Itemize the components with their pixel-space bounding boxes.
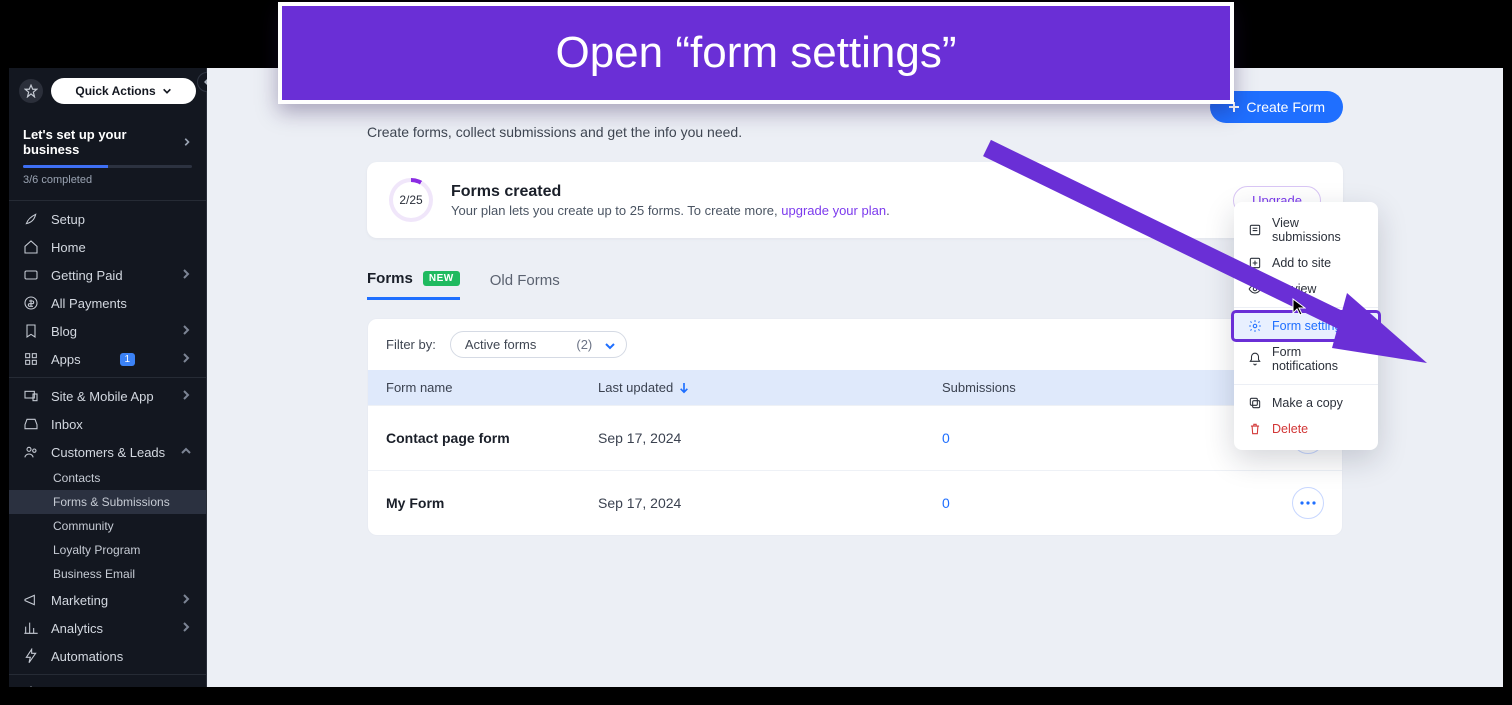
nav-apps[interactable]: Apps1 (9, 345, 206, 373)
row-name: My Form (386, 495, 598, 511)
sub-community[interactable]: Community (9, 514, 206, 538)
nav-inbox[interactable]: Inbox (9, 410, 206, 438)
plan-title: Forms created (451, 183, 890, 201)
rocket-icon (23, 211, 39, 227)
tabs: Forms NEW Old Forms (367, 266, 1343, 300)
filter-select[interactable]: Active forms (2) (450, 331, 627, 358)
nav-customers-leads[interactable]: Customers & Leads (9, 438, 206, 466)
bolt-icon (23, 648, 39, 664)
chevron-right-icon (180, 593, 192, 608)
sidebar-logo-icon (19, 79, 43, 103)
plan-card: 2/25 Forms created Your plan lets you cr… (367, 162, 1343, 238)
menu-make-copy[interactable]: Make a copy (1234, 390, 1378, 416)
plan-ratio: 2/25 (399, 193, 422, 207)
row-submissions[interactable]: 0 (942, 495, 1292, 511)
menu-add-to-site[interactable]: Add to site (1234, 250, 1378, 276)
filter-value: Active forms (465, 337, 537, 352)
nav-blog[interactable]: Blog (9, 317, 206, 345)
chevron-right-icon (180, 268, 192, 283)
col-form-name[interactable]: Form name (386, 380, 598, 395)
nav-analytics[interactable]: Analytics (9, 614, 206, 642)
new-badge: NEW (423, 271, 460, 286)
row-more-button[interactable] (1292, 487, 1324, 519)
col-last-updated[interactable]: Last updated (598, 380, 942, 395)
megaphone-icon (23, 592, 39, 608)
chevron-right-icon (180, 352, 192, 367)
chevron-up-icon (180, 445, 192, 460)
devices-icon (23, 388, 39, 404)
plan-desc-b: . (886, 203, 890, 218)
nav-all-payments[interactable]: All Payments (9, 289, 206, 317)
create-form-label: Create Form (1246, 99, 1325, 115)
setup-business-row[interactable]: Let's set up your business (9, 116, 206, 163)
chevron-right-icon (180, 621, 192, 636)
nav-marketing[interactable]: Marketing (9, 586, 206, 614)
inbox-icon (23, 416, 39, 432)
filter-label: Filter by: (386, 337, 436, 352)
row-date: Sep 17, 2024 (598, 495, 942, 511)
quick-actions-button[interactable]: Quick Actions (51, 78, 196, 104)
chevron-right-icon (180, 324, 192, 339)
content-area: Create Form Create forms, collect submis… (207, 68, 1503, 687)
upgrade-plan-link[interactable]: upgrade your plan (781, 203, 886, 218)
setup-label: Let's set up your business (23, 127, 182, 157)
blog-icon (23, 323, 39, 339)
nav-setup[interactable]: Setup (9, 205, 206, 233)
menu-delete[interactable]: Delete (1234, 416, 1378, 442)
table-row[interactable]: My Form Sep 17, 2024 0 (368, 470, 1342, 535)
tab-forms[interactable]: Forms NEW (367, 266, 460, 300)
instruction-banner: Open “form settings” (278, 2, 1234, 104)
apps-badge: 1 (120, 353, 136, 366)
menu-preview[interactable]: Preview (1234, 276, 1378, 302)
table-row[interactable]: Contact page form Sep 17, 2024 0 (368, 405, 1342, 470)
quick-actions-label: Quick Actions (75, 84, 155, 98)
gear-icon (23, 685, 39, 687)
apps-icon (23, 351, 39, 367)
chart-icon (23, 620, 39, 636)
chevron-right-icon (180, 389, 192, 404)
filter-count: (2) (576, 337, 592, 352)
sub-forms-submissions[interactable]: Forms & Submissions (9, 490, 206, 514)
tab-forms-label: Forms (367, 270, 413, 287)
sort-desc-icon (679, 382, 689, 394)
table-header: Form name Last updated Submissions (368, 370, 1342, 405)
card-icon (23, 267, 39, 283)
row-date: Sep 17, 2024 (598, 430, 942, 446)
forms-table: Form name Last updated Submissions Conta… (367, 370, 1343, 536)
menu-view-submissions[interactable]: View submissions (1234, 210, 1378, 250)
chevron-down-icon (604, 340, 616, 352)
sidebar: Quick Actions Let's set up your business… (9, 68, 207, 687)
home-icon (23, 239, 39, 255)
setup-progress-text: 3/6 completed (9, 168, 206, 196)
sub-contacts[interactable]: Contacts (9, 466, 206, 490)
nav-settings[interactable]: Settings (9, 679, 206, 687)
plan-ring: 2/25 (389, 178, 433, 222)
row-name: Contact page form (386, 430, 598, 446)
dollar-icon (23, 295, 39, 311)
menu-form-notifications[interactable]: Form notifications (1234, 339, 1378, 379)
row-context-menu: View submissions Add to site Preview For… (1234, 202, 1378, 450)
menu-form-settings[interactable]: Form settings (1234, 313, 1378, 339)
filter-row: Filter by: Active forms (2) (367, 318, 1343, 370)
sub-business-email[interactable]: Business Email (9, 562, 206, 586)
nav-automations[interactable]: Automations (9, 642, 206, 670)
tab-old-forms[interactable]: Old Forms (490, 268, 560, 299)
nav-getting-paid[interactable]: Getting Paid (9, 261, 206, 289)
plan-desc-a: Your plan lets you create up to 25 forms… (451, 203, 781, 218)
nav-home[interactable]: Home (9, 233, 206, 261)
users-icon (23, 444, 39, 460)
sub-loyalty[interactable]: Loyalty Program (9, 538, 206, 562)
nav-site-mobile[interactable]: Site & Mobile App (9, 382, 206, 410)
banner-text: Open “form settings” (555, 28, 956, 78)
